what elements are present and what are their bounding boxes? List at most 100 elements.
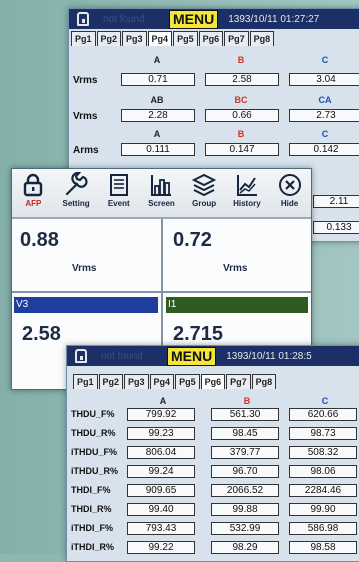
toolbar: AFP Setting Event Screen Group History H… — [12, 169, 311, 219]
value-cell: 561.30 — [211, 408, 279, 421]
close-circle-icon — [278, 174, 301, 196]
bottom-title-bar: not found MENU 1393/10/11 01:28:5 — [67, 346, 359, 366]
value-cell: 586.98 — [289, 522, 357, 535]
lock-icon[interactable] — [75, 349, 87, 363]
value-cell: 508.32 — [289, 446, 357, 459]
value-cell: 98.45 — [211, 427, 279, 440]
value-cell: 98.58 — [289, 541, 357, 554]
row-label: iTHDU_R% — [71, 466, 119, 476]
tab-pg8[interactable]: Pg8 — [249, 31, 275, 46]
value-cell: 98.73 — [289, 427, 357, 440]
value-cell: 98.06 — [289, 465, 357, 478]
value-cell: 2284.46 — [289, 484, 357, 497]
row-label-vrms-ll: Vrms — [73, 111, 98, 122]
history-button[interactable]: History — [229, 169, 265, 208]
tab-pg8[interactable]: Pg8 — [251, 374, 277, 389]
layers-icon — [191, 173, 217, 197]
panel-vrms-2[interactable]: 0.72 Vrms — [163, 219, 311, 291]
tab-pg4[interactable]: Pg4 — [147, 31, 173, 46]
group-label: Group — [192, 199, 217, 208]
group-button[interactable]: Group — [186, 169, 222, 208]
tab-pg5[interactable]: Pg5 — [173, 31, 198, 46]
status-text: not found — [101, 350, 143, 362]
tab-pg6[interactable]: Pg6 — [198, 31, 224, 46]
value-cell: 0.147 — [205, 143, 279, 156]
tab-pg1[interactable]: Pg1 — [73, 374, 98, 389]
value-cell: 532.99 — [211, 522, 279, 535]
history-label: History — [233, 199, 261, 208]
col-head-c: C — [321, 396, 329, 406]
wrench-icon — [65, 172, 88, 196]
setting-button[interactable]: Setting — [58, 169, 94, 208]
panel-vrms-1[interactable]: 0.88 Vrms — [12, 219, 161, 291]
row-label: THDU_F% — [71, 409, 115, 419]
tab-pg2[interactable]: Pg2 — [98, 374, 124, 389]
value-cell: 620.66 — [289, 408, 357, 421]
row-label: THDI_F% — [71, 485, 111, 495]
event-label: Event — [107, 199, 130, 208]
row-label: iTHDI_F% — [71, 523, 114, 533]
screen-button[interactable]: Screen — [143, 169, 179, 208]
col-head-ca: CA — [318, 95, 332, 105]
col-head-a: A — [153, 129, 161, 139]
lock-icon[interactable] — [77, 12, 89, 26]
col-head-ab: AB — [150, 95, 164, 105]
col-head-b: B — [243, 396, 251, 406]
row-label-arms: Arms — [73, 145, 99, 156]
row-label: iTHDI_R% — [71, 542, 115, 552]
screen-label: Screen — [148, 199, 175, 208]
row-label: THDU_R% — [71, 428, 116, 438]
panel-value: 2.715 — [173, 323, 224, 345]
panel-unit: Vrms — [223, 263, 248, 274]
event-button[interactable]: Event — [101, 169, 137, 208]
bar-chart-icon — [151, 175, 172, 196]
value-cell: 99.23 — [127, 427, 195, 440]
panel-unit: Vrms — [72, 263, 97, 274]
col-head-c: C — [321, 55, 329, 65]
datetime: 1393/10/11 01:27:27 — [228, 13, 320, 25]
tab-pg3[interactable]: Pg3 — [124, 374, 149, 389]
datetime: 1393/10/11 01:28:5 — [226, 350, 312, 362]
panel-divider — [12, 291, 311, 293]
value-cell: 806.04 — [127, 446, 195, 459]
menu-button[interactable]: MENU — [169, 9, 219, 29]
value-cell: 99.22 — [127, 541, 195, 554]
bottom-meter-screen: not found MENU 1393/10/11 01:28:5 Pg1 Pg… — [66, 345, 359, 562]
value-cell: 379.77 — [211, 446, 279, 459]
menu-button[interactable]: MENU — [167, 346, 217, 366]
col-head-bc: BC — [234, 95, 248, 105]
value-cell: 0.66 — [205, 109, 279, 122]
lock-icon — [24, 173, 43, 197]
hide-button[interactable]: Hide — [272, 169, 308, 208]
tab-pg5[interactable]: Pg5 — [175, 374, 200, 389]
channel-bar-i1: I1 — [166, 297, 308, 313]
value-cell-partial: 0.133 — [313, 221, 359, 234]
row-label: iTHDU_F% — [71, 447, 118, 457]
value-cell: 793.43 — [127, 522, 195, 535]
tab-pg7[interactable]: Pg7 — [226, 374, 251, 389]
value-cell: 3.04 — [289, 73, 359, 86]
col-head-a: A — [159, 396, 167, 406]
document-icon — [109, 174, 128, 196]
panel-value: 0.72 — [173, 229, 212, 251]
tab-pg6[interactable]: Pg6 — [200, 374, 226, 389]
value-cell: 2066.52 — [211, 484, 279, 497]
value-cell: 98.29 — [211, 541, 279, 554]
afp-label: AFP — [25, 199, 42, 208]
afp-button[interactable]: AFP — [15, 169, 51, 208]
tab-pg2[interactable]: Pg2 — [96, 31, 122, 46]
value-cell: 2.58 — [205, 73, 279, 86]
col-head-c: C — [321, 129, 329, 139]
tab-pg3[interactable]: Pg3 — [122, 31, 147, 46]
panel-value: 0.88 — [20, 229, 59, 251]
bottom-tabs: Pg1 Pg2 Pg3 Pg4 Pg5 Pg6 Pg7 Pg8 — [73, 374, 277, 389]
panel-value: 2.58 — [22, 323, 61, 345]
row-label: THDI_R% — [71, 504, 112, 514]
tab-pg1[interactable]: Pg1 — [71, 31, 96, 46]
tab-pg7[interactable]: Pg7 — [224, 31, 249, 46]
row-label-vrms: Vrms — [73, 75, 98, 86]
tab-pg4[interactable]: Pg4 — [149, 374, 175, 389]
value-cell: 99.40 — [127, 503, 195, 516]
value-cell: 799.92 — [127, 408, 195, 421]
top-tabs: Pg1 Pg2 Pg3 Pg4 Pg5 Pg6 Pg7 Pg8 — [71, 31, 275, 46]
